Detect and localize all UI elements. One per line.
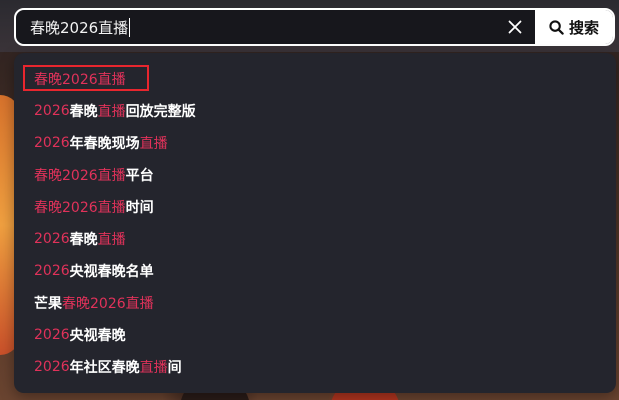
suggestion-text: 芒果: [34, 296, 62, 312]
suggestion-match-text: 2026: [34, 327, 70, 343]
search-button[interactable]: 搜索: [535, 10, 613, 44]
suggestion-match-text: 直播: [97, 232, 126, 248]
clear-button[interactable]: [495, 10, 535, 44]
suggestion-match-text: 春晚2026直播: [34, 200, 126, 216]
suggestion-text: 年春晚现场: [69, 136, 140, 152]
search-input[interactable]: 春晚2026直播: [16, 10, 495, 44]
suggestion-item[interactable]: 2026 年社区春晚 直播间: [14, 351, 616, 383]
suggestion-match-text: 2026: [34, 263, 70, 279]
close-icon[interactable]: [508, 20, 522, 34]
search-icon: [549, 19, 564, 35]
suggestion-text: 回放完整版: [125, 104, 196, 120]
search-bar: 春晚2026直播 搜索: [14, 8, 615, 46]
suggestion-text: 春晚: [69, 104, 98, 120]
suggestion-item[interactable]: 春晚2026直播 平台: [14, 159, 616, 191]
suggestion-match-text: 2026: [34, 359, 70, 375]
suggestion-text: 年社区春晚: [69, 360, 140, 376]
suggestion-text: 平台: [125, 168, 154, 184]
suggestion-match-text: 2026: [34, 231, 70, 247]
suggestion-text: 央视春晚名单: [69, 264, 154, 280]
text-caret: [129, 17, 131, 37]
search-button-label: 搜索: [568, 18, 599, 37]
suggestion-item[interactable]: 春晚2026直播 时间: [14, 191, 616, 223]
suggestion-item[interactable]: 春晚2026直播: [14, 63, 616, 95]
suggestion-match-text: 直播: [139, 360, 168, 376]
search-input-text[interactable]: 春晚2026直播: [30, 17, 128, 38]
suggestion-text: 时间: [125, 200, 154, 216]
suggestion-match-text: 直播: [139, 136, 168, 152]
suggestion-item[interactable]: 2026 央视春晚: [14, 319, 616, 351]
suggestion-item[interactable]: 2026 春晚 直播: [14, 223, 616, 255]
suggestion-item[interactable]: 2026 春晚 直播 回放完整版: [14, 95, 616, 127]
suggestion-item[interactable]: 芒果 春晚2026直播: [14, 287, 616, 319]
suggestion-match-text: 春晚2026直播: [34, 72, 126, 88]
search-suggestions-dropdown: 春晚2026直播 2026 春晚 直播 回放完整版 2026 年春晚现场 直播 春晚2026直播…: [14, 53, 616, 393]
suggestion-item[interactable]: 2026 央视春晚名单: [14, 255, 616, 287]
suggestion-match-text: 直播: [97, 104, 126, 120]
suggestion-match-text: 春晚2026直播: [62, 296, 154, 312]
suggestion-match-text: 春晚2026直播: [34, 168, 126, 184]
suggestion-item[interactable]: 2026 年春晚现场 直播: [14, 127, 616, 159]
suggestion-text: 间: [167, 360, 182, 376]
suggestion-match-text: 2026: [34, 103, 70, 119]
suggestion-text: 春晚: [69, 232, 98, 248]
suggestion-text: 央视春晚: [69, 328, 126, 344]
suggestion-match-text: 2026: [34, 135, 70, 151]
